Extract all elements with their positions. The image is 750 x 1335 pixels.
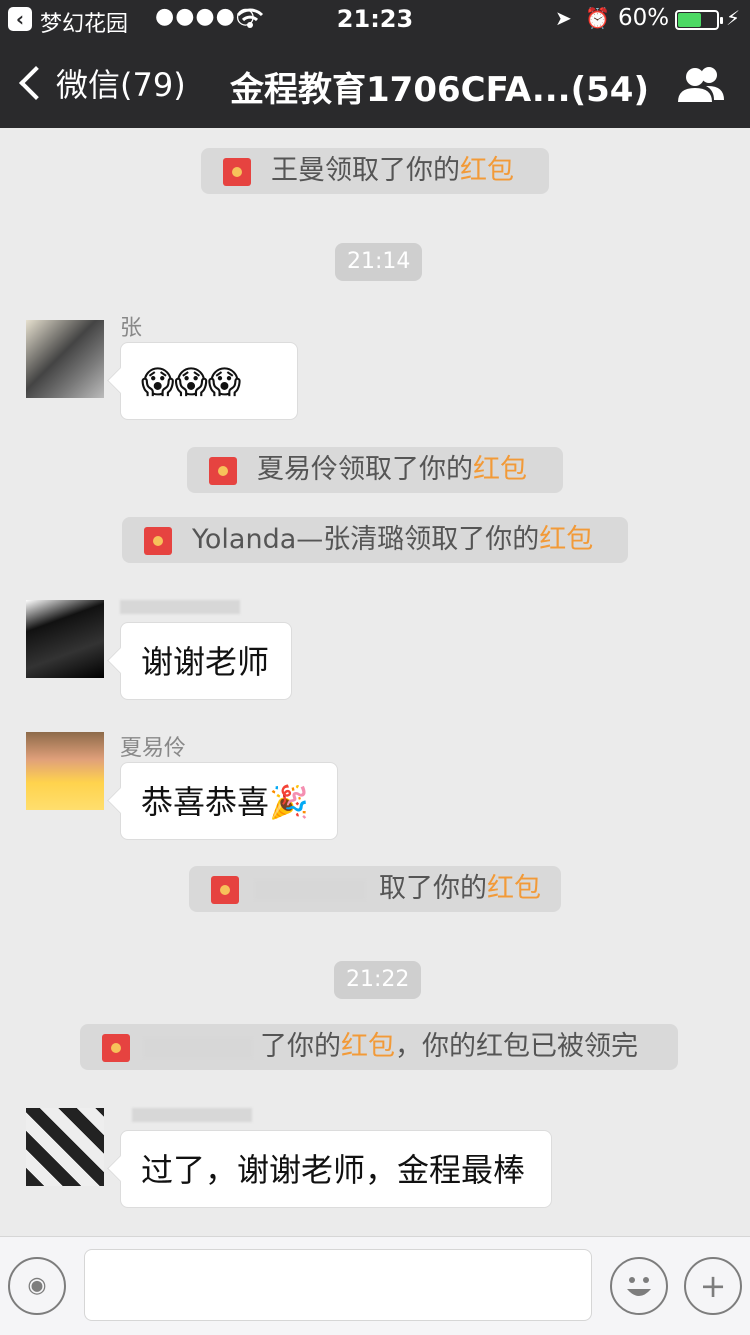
avatar[interactable] bbox=[26, 320, 104, 398]
red-packet-link[interactable]: 红包 bbox=[539, 524, 593, 555]
sender-name: 张 bbox=[120, 316, 143, 341]
avatar[interactable] bbox=[26, 732, 104, 810]
chevron-left-icon bbox=[19, 66, 53, 100]
red-packet-link[interactable]: 红包 bbox=[473, 454, 527, 485]
voice-icon[interactable]: ◉ bbox=[8, 1257, 66, 1315]
emoji-icon[interactable] bbox=[610, 1257, 668, 1315]
red-packet-link[interactable]: 红包 bbox=[341, 1031, 395, 1062]
battery-fill bbox=[678, 13, 701, 27]
name-redacted bbox=[255, 880, 365, 900]
alarm-icon: ⏰ bbox=[585, 6, 610, 30]
system-message: Yolanda—张清璐领取了你的红包 bbox=[122, 517, 628, 563]
timestamp: 21:22 bbox=[334, 961, 422, 999]
group-members-icon[interactable] bbox=[676, 66, 726, 106]
timestamp: 21:14 bbox=[335, 243, 423, 281]
plus-icon[interactable]: + bbox=[684, 1257, 742, 1315]
battery-percent: 60% bbox=[618, 5, 670, 31]
red-packet-icon bbox=[209, 457, 237, 485]
name-redacted bbox=[144, 1038, 252, 1058]
sender-name-redacted bbox=[120, 600, 240, 614]
back-button[interactable]: 微信(79) bbox=[18, 60, 186, 106]
sender-name-redacted bbox=[132, 1108, 252, 1122]
message-bubble[interactable]: 😱😱😱 bbox=[120, 342, 298, 420]
system-message: 了你的红包，你的红包已被领完 bbox=[80, 1024, 678, 1070]
battery-icon bbox=[675, 10, 723, 30]
message-bubble[interactable]: 过了，谢谢老师，金程最棒 bbox=[120, 1130, 552, 1208]
red-packet-link[interactable]: 红包 bbox=[487, 873, 541, 904]
red-packet-link[interactable]: 红包 bbox=[460, 155, 514, 186]
location-icon: ➤ bbox=[555, 6, 572, 30]
smiley-icon bbox=[627, 1277, 651, 1296]
system-message: 夏易伶领取了你的红包 bbox=[187, 447, 563, 493]
red-packet-icon bbox=[144, 527, 172, 555]
sender-name: 夏易伶 bbox=[120, 736, 187, 761]
avatar[interactable] bbox=[26, 1108, 104, 1186]
red-packet-icon bbox=[211, 876, 239, 904]
nav-bar: 微信(79) 金程教育1706CFA...(54) bbox=[0, 40, 750, 128]
message-input[interactable] bbox=[84, 1249, 592, 1321]
charging-icon: ⚡ bbox=[726, 6, 741, 30]
status-bar: ‹ 梦幻花园 ●●●●○ 21:23 ➤ ⏰ 60% ⚡ bbox=[0, 0, 750, 40]
chat-title: 金程教育1706CFA...(54) bbox=[230, 70, 649, 110]
avatar[interactable] bbox=[26, 600, 104, 678]
red-packet-icon bbox=[102, 1034, 130, 1062]
system-message: 取了你的红包 bbox=[189, 866, 561, 912]
system-message: 王曼领取了你的红包 bbox=[201, 148, 549, 194]
message-bubble[interactable]: 恭喜恭喜🎉 bbox=[120, 762, 338, 840]
input-bar: ◉ + bbox=[0, 1236, 750, 1335]
red-packet-icon bbox=[223, 158, 251, 186]
message-bubble[interactable]: 谢谢老师 bbox=[120, 622, 292, 700]
back-label: 微信(79) bbox=[56, 66, 186, 104]
